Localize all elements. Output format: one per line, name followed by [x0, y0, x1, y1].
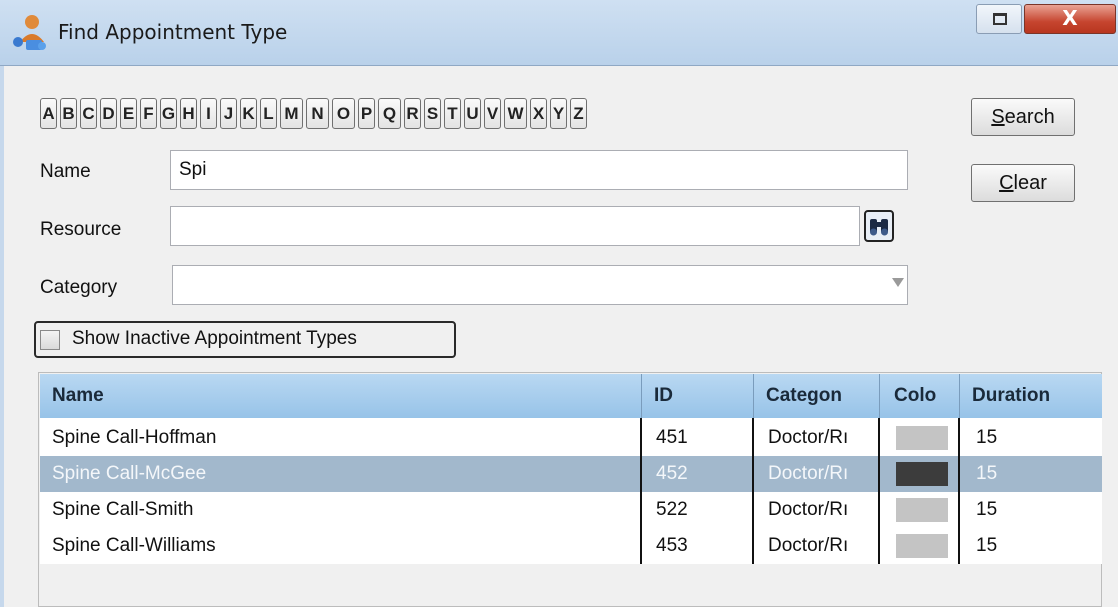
alphabet-filter: ABCDEFGHIJKLMNOPQRSTUVWXYZ: [40, 98, 587, 129]
clear-button-mnemonic: C: [999, 172, 1014, 194]
cell-name: Spine Call-McGee: [52, 463, 207, 484]
search-button-mnemonic: S: [991, 106, 1005, 128]
column-divider: [878, 418, 880, 564]
category-select[interactable]: [172, 265, 908, 305]
search-button[interactable]: Search: [971, 98, 1075, 136]
letter-button-e[interactable]: E: [120, 98, 137, 129]
letter-button-m[interactable]: M: [280, 98, 303, 129]
column-header-category[interactable]: Categon: [754, 374, 880, 418]
color-swatch: [896, 426, 948, 450]
letter-button-j[interactable]: J: [220, 98, 237, 129]
window-border: [0, 66, 4, 607]
cell-duration: 15: [976, 427, 998, 448]
cell-name: Spine Call-Williams: [52, 535, 216, 556]
resource-label: Resource: [40, 219, 122, 240]
show-inactive-checkbox[interactable]: [40, 330, 60, 350]
letter-button-z[interactable]: Z: [570, 98, 587, 129]
lookup-button[interactable]: [864, 210, 894, 242]
letter-button-o[interactable]: O: [332, 98, 355, 129]
cell-name: Spine Call-Hoffman: [52, 427, 217, 448]
cell-category: Doctor/Rı: [768, 427, 849, 448]
letter-button-g[interactable]: G: [160, 98, 177, 129]
letter-button-l[interactable]: L: [260, 98, 277, 129]
column-divider: [958, 418, 960, 564]
column-header-id[interactable]: ID: [642, 374, 754, 418]
letter-button-v[interactable]: V: [484, 98, 501, 129]
letter-button-u[interactable]: U: [464, 98, 481, 129]
color-swatch: [896, 462, 948, 486]
name-field[interactable]: Spi: [170, 150, 908, 190]
close-button[interactable]: X: [1024, 4, 1116, 34]
letter-button-k[interactable]: K: [240, 98, 257, 129]
cell-id: 522: [656, 499, 688, 520]
cell-name: Spine Call-Smith: [52, 499, 194, 520]
restore-icon: [993, 13, 1007, 25]
column-header-color[interactable]: Colo: [880, 374, 960, 418]
letter-button-n[interactable]: N: [306, 98, 329, 129]
clear-button-label: lear: [1013, 172, 1047, 194]
letter-button-h[interactable]: H: [180, 98, 197, 129]
letter-button-i[interactable]: I: [200, 98, 217, 129]
letter-button-p[interactable]: P: [358, 98, 375, 129]
restore-button[interactable]: [976, 4, 1022, 34]
cell-duration: 15: [976, 535, 998, 556]
letter-button-q[interactable]: Q: [378, 98, 401, 129]
table-row[interactable]: Spine Call-Smith 522 Doctor/Rı 15: [40, 492, 1102, 528]
letter-button-x[interactable]: X: [530, 98, 547, 129]
chevron-down-icon[interactable]: [892, 278, 904, 287]
letter-button-a[interactable]: A: [40, 98, 57, 129]
column-header-name[interactable]: Name: [40, 374, 642, 418]
letter-button-y[interactable]: Y: [550, 98, 567, 129]
cell-category: Doctor/Rı: [768, 463, 849, 484]
name-label: Name: [40, 161, 91, 182]
cell-id: 453: [656, 535, 688, 556]
cell-category: Doctor/Rı: [768, 535, 849, 556]
letter-button-f[interactable]: F: [140, 98, 157, 129]
cell-id: 451: [656, 427, 688, 448]
resource-field[interactable]: [170, 206, 860, 246]
binoculars-icon: [870, 219, 888, 236]
table-row[interactable]: Spine Call-Williams 453 Doctor/Rı 15: [40, 528, 1102, 564]
cell-duration: 15: [976, 499, 998, 520]
letter-button-t[interactable]: T: [444, 98, 461, 129]
column-header-duration[interactable]: Duration: [960, 374, 1102, 418]
letter-button-b[interactable]: B: [60, 98, 77, 129]
category-label: Category: [40, 277, 118, 298]
search-button-label: earch: [1004, 106, 1055, 128]
letter-button-w[interactable]: W: [504, 98, 527, 129]
table-row[interactable]: Spine Call-Hoffman 451 Doctor/Rı 15: [40, 420, 1102, 456]
table-row[interactable]: Spine Call-McGee 452 Doctor/Rı 15: [40, 456, 1102, 492]
letter-button-r[interactable]: R: [404, 98, 421, 129]
people-icon: [13, 15, 46, 50]
color-swatch: [896, 534, 948, 558]
column-divider: [752, 418, 754, 564]
letter-button-s[interactable]: S: [424, 98, 441, 129]
color-swatch: [896, 498, 948, 522]
title-bar[interactable]: Find Appointment Type: [0, 0, 1118, 66]
show-inactive-label[interactable]: Show Inactive Appointment Types: [72, 328, 357, 350]
letter-button-d[interactable]: D: [100, 98, 117, 129]
cell-duration: 15: [976, 463, 998, 484]
cell-category: Doctor/Rı: [768, 499, 849, 520]
column-divider: [640, 418, 642, 564]
window-title: Find Appointment Type: [58, 20, 288, 44]
letter-button-c[interactable]: C: [80, 98, 97, 129]
cell-id: 452: [656, 463, 688, 484]
clear-button[interactable]: Clear: [971, 164, 1075, 202]
